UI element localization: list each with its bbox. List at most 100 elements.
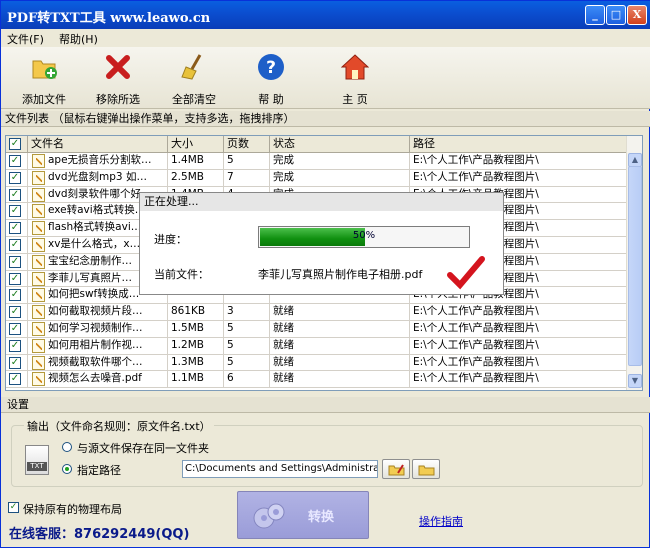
cell-path: E:\个人工作\产品教程图片\ bbox=[410, 371, 628, 388]
row-checkbox[interactable]: ✓ bbox=[9, 272, 21, 285]
add-file-label: 添加文件 bbox=[22, 93, 66, 106]
radio-same-folder[interactable] bbox=[62, 442, 72, 452]
cell-file-name: 如何用相片制作视… bbox=[28, 337, 168, 354]
row-check-cell[interactable]: ✓ bbox=[6, 186, 28, 203]
scroll-down-icon[interactable]: ▼ bbox=[628, 374, 642, 388]
row-check-cell[interactable]: ✓ bbox=[6, 321, 28, 337]
title-bar[interactable]: PDF转TXT工具 www.leawo.cn _ □ X bbox=[1, 1, 650, 29]
cell-size: 2.5MB bbox=[168, 169, 224, 186]
row-check-cell[interactable]: ✓ bbox=[6, 337, 28, 354]
cell-status: 就绪 bbox=[270, 321, 410, 337]
cell-size: 1.4MB bbox=[168, 153, 224, 169]
cell-status: 就绪 bbox=[270, 371, 410, 388]
open-folder-button[interactable] bbox=[382, 459, 410, 479]
table-row[interactable]: ✓ dvd光盘刻mp3 如… 2.5MB 7 完成 E:\个人工作\产品教程图片\ bbox=[6, 169, 628, 187]
vertical-scrollbar[interactable]: ▲ ▼ bbox=[626, 136, 642, 390]
progress-percent: 50% bbox=[352, 230, 376, 241]
row-check-cell[interactable]: ✓ bbox=[6, 253, 28, 270]
remove-x-icon bbox=[106, 55, 130, 79]
progress-bar: 50% bbox=[258, 226, 470, 248]
row-checkbox[interactable]: ✓ bbox=[9, 289, 21, 302]
cell-pages: 3 bbox=[224, 304, 270, 321]
home-icon bbox=[341, 54, 369, 80]
row-check-cell[interactable]: ✓ bbox=[6, 270, 28, 287]
radio-same-folder-label: 与源文件保存在同一文件夹 bbox=[77, 442, 209, 455]
add-file-button[interactable]: 添加文件 bbox=[7, 51, 81, 107]
row-check-cell[interactable]: ✓ bbox=[6, 169, 28, 186]
output-groupbox: 输出（文件命名规则：原文件名.txt） TXT 与源文件保存在同一文件夹 指定路… bbox=[11, 418, 643, 487]
row-checkbox[interactable]: ✓ bbox=[9, 171, 21, 184]
cell-pages: 6 bbox=[224, 371, 270, 388]
row-checkbox[interactable]: ✓ bbox=[9, 205, 21, 218]
folder-pencil-icon bbox=[388, 464, 405, 476]
row-check-cell[interactable]: ✓ bbox=[6, 287, 28, 304]
cell-size: 1.1MB bbox=[168, 371, 224, 388]
browse-folder-button[interactable] bbox=[412, 459, 440, 479]
help-button[interactable]: ? 帮 助 bbox=[234, 51, 308, 107]
table-row[interactable]: ✓ 如何学习视频制作… 1.5MB 5 就绪 E:\个人工作\产品教程图片\ bbox=[6, 321, 628, 338]
row-checkbox[interactable]: ✓ bbox=[9, 155, 21, 167]
cell-pages: 5 bbox=[224, 321, 270, 337]
file-list-header: 文件列表 （鼠标右键弹出操作菜单，支持多选，拖拽排序） bbox=[1, 111, 650, 127]
cell-path: E:\个人工作\产品教程图片\ bbox=[410, 304, 628, 321]
cell-status: 就绪 bbox=[270, 337, 410, 354]
help-label: 帮 助 bbox=[258, 93, 284, 106]
cell-path: E:\个人工作\产品教程图片\ bbox=[410, 153, 628, 169]
menu-help[interactable]: 帮助(H) bbox=[59, 31, 98, 47]
folder-open-icon bbox=[418, 465, 435, 476]
row-checkbox[interactable]: ✓ bbox=[9, 356, 21, 369]
row-check-cell[interactable]: ✓ bbox=[6, 153, 28, 169]
scroll-thumb[interactable] bbox=[628, 166, 642, 366]
cell-file-name: dvd光盘刻mp3 如… bbox=[28, 169, 168, 186]
menu-file[interactable]: 文件(F) bbox=[7, 31, 44, 47]
row-checkbox[interactable]: ✓ bbox=[9, 239, 21, 251]
row-checkbox[interactable]: ✓ bbox=[9, 222, 21, 235]
maximize-button[interactable]: □ bbox=[606, 5, 626, 25]
remove-selected-button[interactable]: 移除所选 bbox=[81, 51, 155, 107]
svg-text:?: ? bbox=[266, 58, 276, 78]
row-checkbox[interactable]: ✓ bbox=[9, 306, 21, 319]
row-check-cell[interactable]: ✓ bbox=[6, 237, 28, 253]
column-header-path[interactable]: 路径 bbox=[410, 136, 628, 153]
table-row[interactable]: ✓ 如何用相片制作视… 1.2MB 5 就绪 E:\个人工作\产品教程图片\ bbox=[6, 337, 628, 355]
row-checkbox[interactable]: ✓ bbox=[9, 373, 21, 386]
row-check-cell[interactable]: ✓ bbox=[6, 354, 28, 371]
radio-specified-path[interactable] bbox=[62, 464, 72, 474]
table-row[interactable]: ✓ 视频截取软件哪个… 1.3MB 5 就绪 E:\个人工作\产品教程图片\ bbox=[6, 354, 628, 372]
service-contact: 在线客服：876292449(QQ) bbox=[9, 527, 190, 542]
close-button[interactable]: X bbox=[627, 5, 647, 25]
clear-all-button[interactable]: 全部清空 bbox=[157, 51, 231, 107]
txt-icon-label: TXT bbox=[27, 462, 47, 471]
table-row[interactable]: ✓ 视频怎么去噪音.pdf 1.1MB 6 就绪 E:\个人工作\产品教程图片\ bbox=[6, 371, 628, 389]
table-row[interactable]: ✓ 如何截取视频片段… 861KB 3 就绪 E:\个人工作\产品教程图片\ bbox=[6, 304, 628, 321]
output-legend: 输出（文件命名规则：原文件名.txt） bbox=[24, 418, 214, 434]
row-checkbox[interactable]: ✓ bbox=[9, 323, 21, 335]
convert-button[interactable]: 转换 bbox=[237, 491, 369, 539]
row-checkbox[interactable]: ✓ bbox=[9, 188, 21, 201]
txt-file-icon: TXT bbox=[25, 445, 49, 475]
cell-file-name: 视频怎么去噪音.pdf bbox=[28, 371, 168, 388]
column-header-pages[interactable]: 页数 bbox=[224, 136, 270, 153]
row-checkbox[interactable]: ✓ bbox=[9, 255, 21, 268]
cell-file-name: 如何截取视频片段… bbox=[28, 304, 168, 321]
output-path-field[interactable]: C:\Documents and Settings\Administrator\… bbox=[182, 460, 378, 478]
guide-link[interactable]: 操作指南 bbox=[419, 513, 463, 529]
cell-pages: 5 bbox=[224, 354, 270, 371]
column-header-size[interactable]: 大小 bbox=[168, 136, 224, 153]
table-row[interactable]: ✓ ape无损音乐分割软… 1.4MB 5 完成 E:\个人工作\产品教程图片\ bbox=[6, 153, 628, 170]
home-button[interactable]: 主 页 bbox=[318, 51, 392, 107]
gears-icon bbox=[253, 503, 285, 529]
keep-layout-checkbox[interactable]: ✓ bbox=[8, 502, 19, 513]
row-check-cell[interactable]: ✓ bbox=[6, 203, 28, 220]
column-header-name[interactable]: 文件名 bbox=[28, 136, 168, 153]
row-check-cell[interactable]: ✓ bbox=[6, 304, 28, 321]
header-check-all[interactable]: ✓ bbox=[6, 136, 28, 153]
row-check-cell[interactable]: ✓ bbox=[6, 371, 28, 388]
cell-size: 1.3MB bbox=[168, 354, 224, 371]
minimize-button[interactable]: _ bbox=[585, 5, 605, 25]
row-check-cell[interactable]: ✓ bbox=[6, 220, 28, 237]
row-checkbox[interactable]: ✓ bbox=[9, 339, 21, 352]
remove-selected-label: 移除所选 bbox=[96, 93, 140, 106]
column-header-status[interactable]: 状态 bbox=[270, 136, 410, 153]
scroll-up-icon[interactable]: ▲ bbox=[628, 153, 642, 167]
